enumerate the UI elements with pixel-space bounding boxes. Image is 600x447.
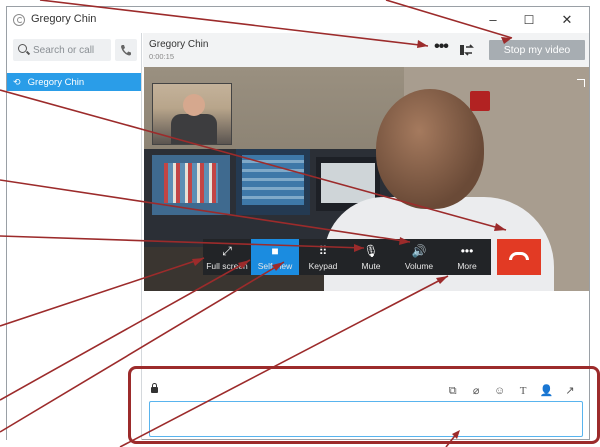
minimize-button[interactable]: –: [477, 10, 509, 30]
search-box: [13, 39, 111, 61]
search-icon: [18, 44, 27, 53]
window-title: Gregory Chin: [31, 13, 97, 25]
video-monitor: [152, 155, 230, 215]
switch-device-button[interactable]: [455, 41, 479, 59]
mute-button[interactable]: 🎙 Mute: [347, 239, 395, 275]
search-input[interactable]: [33, 42, 109, 58]
maximize-button[interactable]: ☐: [513, 10, 545, 30]
phone-icon: [121, 45, 131, 56]
contact-item[interactable]: ⟲ Gregory Chin: [7, 73, 141, 91]
more-controls-button[interactable]: ••• More: [443, 239, 491, 275]
hang-up-button[interactable]: [497, 239, 541, 275]
conversation-name: Gregory Chin: [149, 39, 209, 50]
call-duration: 0:00:15: [149, 52, 175, 61]
volume-label: Volume: [404, 261, 434, 271]
more-label: More: [457, 261, 477, 271]
microphone-icon: 🎙: [363, 244, 379, 258]
dial-button[interactable]: [115, 39, 137, 61]
annotation-highlight-box: [128, 366, 600, 444]
speaker-icon: 🔊: [411, 244, 427, 258]
conversation-header: Gregory Chin 0:00:15 ••• Stop my video: [143, 33, 589, 67]
more-options-button[interactable]: •••: [429, 39, 453, 59]
self-view-label: Self-view: [257, 261, 293, 271]
self-view-button[interactable]: ■ Self-view: [251, 239, 299, 275]
keypad-button[interactable]: ⠿ Keypad: [299, 239, 347, 275]
camera-icon: ■: [271, 244, 279, 258]
presence-icon: ⟲: [13, 77, 21, 87]
self-view-person-body: [171, 114, 217, 144]
sidebar: ⟲ Gregory Chin: [7, 33, 142, 440]
video-mug: [470, 91, 490, 111]
expand-video-icon[interactable]: [577, 79, 585, 87]
call-controls-bar: ⤢ Full screen ■ Self-view ⠿ Keypad 🎙 Mut…: [203, 239, 541, 275]
full-screen-label: Full screen: [206, 261, 248, 271]
mute-label: Mute: [361, 261, 381, 271]
video-monitor: [236, 149, 310, 215]
full-screen-button[interactable]: ⤢ Full screen: [203, 239, 251, 275]
switch-audio-icon: [460, 44, 474, 56]
keypad-label: Keypad: [308, 261, 338, 271]
hang-up-icon: [509, 252, 529, 260]
self-view-window[interactable]: [152, 83, 232, 145]
title-bar: Gregory Chin – ☐ ✕: [7, 7, 589, 33]
contact-name: Gregory Chin: [27, 77, 85, 88]
stop-my-video-button[interactable]: Stop my video: [489, 40, 585, 60]
self-view-person-head: [183, 94, 205, 116]
keypad-icon: ⠿: [318, 244, 328, 258]
expand-arrow-icon: ⤢: [222, 244, 232, 258]
remote-person-head: [376, 89, 484, 209]
volume-button[interactable]: 🔊 Volume: [395, 239, 443, 275]
app-logo-icon: [13, 14, 25, 26]
ellipsis-icon: •••: [460, 244, 474, 258]
close-button[interactable]: ✕: [551, 10, 583, 30]
